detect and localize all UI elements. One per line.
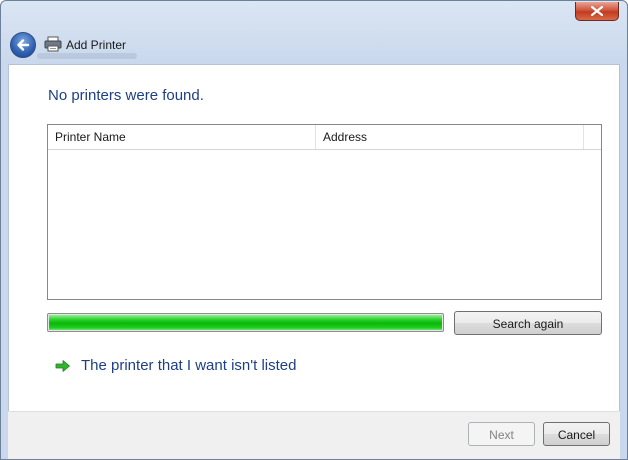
- cancel-button[interactable]: Cancel: [543, 422, 610, 446]
- column-header-address[interactable]: Address: [316, 125, 584, 149]
- progress-fill: [49, 315, 442, 330]
- back-arrow-icon: [17, 39, 30, 51]
- list-header: Printer Name Address: [48, 125, 601, 150]
- column-header-printer-name[interactable]: Printer Name: [48, 125, 316, 149]
- next-button[interactable]: Next: [468, 422, 535, 446]
- wizard-footer: Next Cancel: [8, 411, 620, 459]
- search-progress-bar: [47, 313, 444, 332]
- add-printer-window: Add Printer No printers were found. Prin…: [0, 0, 628, 460]
- search-again-button[interactable]: Search again: [454, 311, 602, 335]
- wizard-content: No printers were found. Printer Name Add…: [8, 64, 620, 411]
- page-heading: No printers were found.: [48, 87, 204, 104]
- window-title: Add Printer: [66, 38, 127, 52]
- back-button[interactable]: [10, 32, 36, 58]
- close-icon: [591, 6, 603, 16]
- printer-icon: [44, 36, 62, 52]
- green-arrow-icon: [55, 360, 70, 372]
- printer-list[interactable]: Printer Name Address: [47, 124, 602, 300]
- not-listed-link-text[interactable]: The printer that I want isn't listed: [81, 357, 296, 374]
- close-button[interactable]: [575, 2, 619, 21]
- title-shadow: [37, 53, 137, 59]
